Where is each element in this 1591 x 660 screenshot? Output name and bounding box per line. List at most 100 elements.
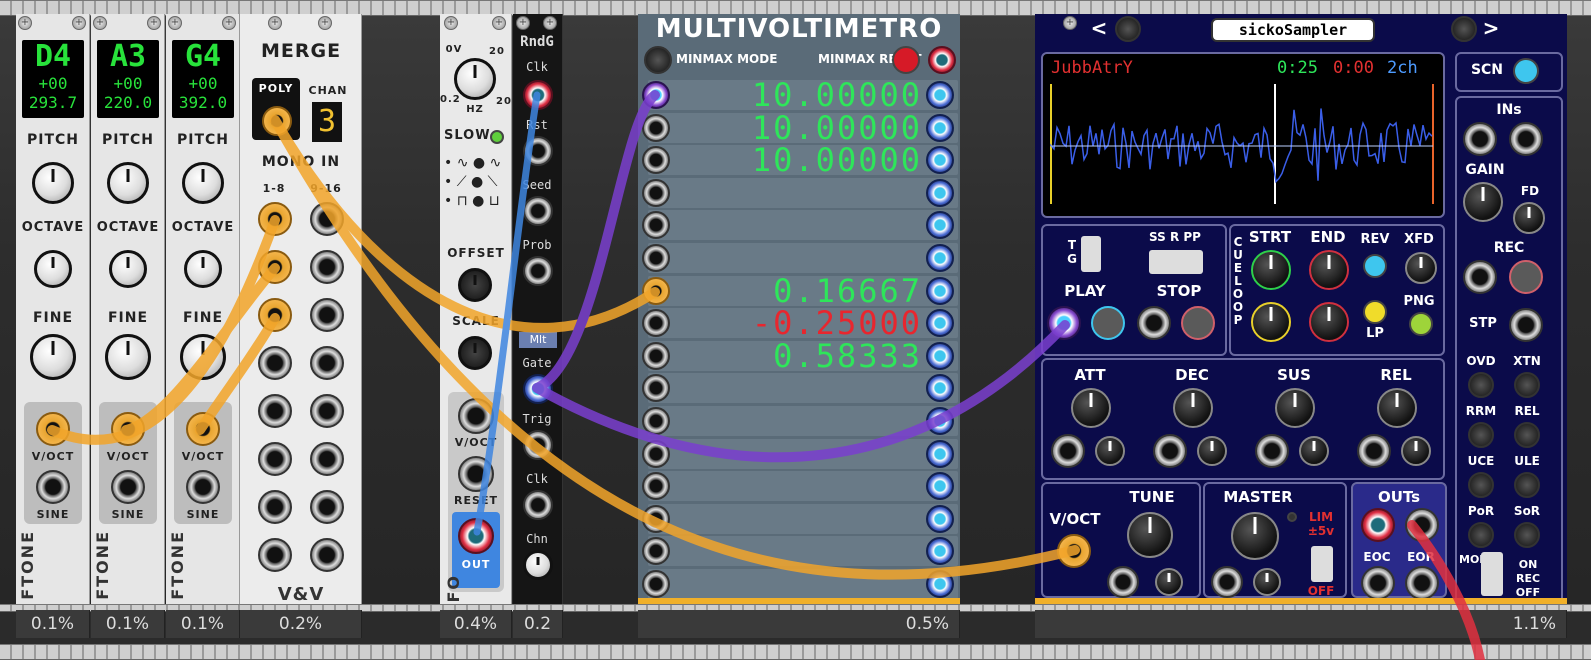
mono-in-jack[interactable] bbox=[258, 442, 292, 476]
input-left-jack[interactable] bbox=[1463, 122, 1497, 156]
ping-pong-button[interactable] bbox=[1409, 312, 1433, 336]
voct-output-jack[interactable] bbox=[111, 412, 145, 446]
voltage-input-jack[interactable] bbox=[642, 570, 670, 598]
tune-cv-jack[interactable] bbox=[1107, 566, 1139, 598]
pitch-knob[interactable] bbox=[107, 162, 149, 204]
master-attenuator-knob[interactable] bbox=[1253, 568, 1281, 596]
voltage-input-jack[interactable] bbox=[642, 276, 670, 305]
gain-knob[interactable] bbox=[1463, 182, 1503, 222]
scale-knob[interactable] bbox=[458, 336, 492, 370]
octave-knob[interactable] bbox=[184, 250, 222, 288]
voltage-input-jack[interactable] bbox=[642, 472, 670, 501]
option-button-rel2[interactable] bbox=[1514, 422, 1540, 448]
lfo-output-jack[interactable] bbox=[458, 518, 494, 554]
stop-input-jack-2[interactable] bbox=[1137, 306, 1171, 340]
reset-input-jack[interactable] bbox=[458, 456, 494, 492]
mode-button[interactable]: Mlt bbox=[519, 332, 557, 348]
prev-file-arrow[interactable]: < bbox=[1089, 16, 1109, 40]
mono-in-jack[interactable] bbox=[258, 394, 292, 428]
rel-cv-jack[interactable] bbox=[1357, 434, 1391, 468]
loop-end-knob[interactable] bbox=[1309, 302, 1349, 342]
voltage-thru-jack[interactable] bbox=[926, 341, 954, 370]
mono-in-jack[interactable] bbox=[310, 298, 344, 332]
crossfade-knob[interactable] bbox=[1405, 252, 1437, 284]
voltage-input-jack[interactable] bbox=[642, 309, 670, 338]
voltage-thru-jack[interactable] bbox=[926, 146, 954, 175]
mono-in-jack[interactable] bbox=[310, 250, 344, 284]
waveform-display[interactable]: JubbAtrY 0:25 0:00 2ch bbox=[1041, 52, 1445, 218]
dec-cv-jack[interactable] bbox=[1153, 434, 1187, 468]
voltage-thru-jack[interactable] bbox=[926, 276, 954, 305]
voltage-thru-jack[interactable] bbox=[926, 178, 954, 207]
master-knob[interactable] bbox=[1231, 512, 1279, 560]
option-button-por[interactable] bbox=[1468, 522, 1494, 548]
stop-button[interactable] bbox=[1181, 306, 1215, 340]
voltage-thru-jack[interactable] bbox=[926, 407, 954, 435]
sine-output-jack[interactable] bbox=[36, 470, 70, 504]
mono-in-jack[interactable] bbox=[258, 250, 292, 284]
rel-knob[interactable] bbox=[1377, 388, 1417, 428]
minmax-reset-jack[interactable] bbox=[928, 46, 956, 74]
fine-knob[interactable] bbox=[180, 334, 226, 380]
option-button-uce[interactable] bbox=[1468, 472, 1494, 498]
rel-attenuator-knob[interactable] bbox=[1401, 436, 1431, 466]
sine-output-jack[interactable] bbox=[186, 470, 220, 504]
voltage-input-jack[interactable] bbox=[642, 146, 670, 175]
mono-in-jack[interactable] bbox=[310, 490, 344, 524]
minmax-reset-button[interactable] bbox=[892, 46, 920, 74]
sus-cv-jack[interactable] bbox=[1255, 434, 1289, 468]
voltage-input-jack[interactable] bbox=[642, 407, 670, 435]
play-mode-switch[interactable] bbox=[1149, 250, 1203, 274]
option-button-ule[interactable] bbox=[1514, 472, 1540, 498]
sus-knob[interactable] bbox=[1275, 388, 1315, 428]
voltage-input-jack[interactable] bbox=[642, 178, 670, 207]
eoc-output-jack[interactable] bbox=[1361, 566, 1395, 600]
att-knob[interactable] bbox=[1071, 388, 1111, 428]
dec-attenuator-knob[interactable] bbox=[1197, 436, 1227, 466]
fine-knob[interactable] bbox=[105, 334, 151, 380]
mono-in-jack[interactable] bbox=[258, 538, 292, 572]
mono-in-jack[interactable] bbox=[310, 202, 344, 236]
play-input-jack[interactable] bbox=[1047, 306, 1081, 340]
frequency-knob[interactable] bbox=[454, 58, 496, 100]
poly-output-jack[interactable] bbox=[262, 106, 292, 136]
channels-knob[interactable] bbox=[523, 550, 553, 580]
voltage-thru-jack[interactable] bbox=[926, 472, 954, 501]
mono-in-jack[interactable] bbox=[310, 538, 344, 572]
fine-knob[interactable] bbox=[30, 334, 76, 380]
voct-output-jack[interactable] bbox=[36, 412, 70, 446]
voltage-input-jack[interactable] bbox=[642, 504, 670, 533]
gate-output-jack[interactable] bbox=[523, 374, 553, 404]
voltage-thru-jack[interactable] bbox=[926, 244, 954, 272]
voct-input-jack-sampler[interactable] bbox=[1057, 534, 1091, 568]
trig-gate-switch[interactable] bbox=[1081, 236, 1101, 272]
mono-in-jack[interactable] bbox=[258, 298, 292, 332]
voltage-thru-jack[interactable] bbox=[926, 439, 954, 468]
master-cv-jack[interactable] bbox=[1211, 566, 1243, 598]
mono-in-jack[interactable] bbox=[310, 394, 344, 428]
slow-led[interactable] bbox=[490, 130, 504, 144]
clk-input-jack[interactable] bbox=[523, 80, 553, 110]
octave-knob[interactable] bbox=[109, 250, 147, 288]
voltage-thru-jack[interactable] bbox=[926, 81, 954, 109]
option-button-sor[interactable] bbox=[1514, 522, 1540, 548]
mono-in-jack[interactable] bbox=[258, 490, 292, 524]
option-button-xtn[interactable] bbox=[1514, 372, 1540, 398]
stop-input-jack[interactable] bbox=[1509, 308, 1543, 342]
loop-button[interactable] bbox=[1363, 300, 1387, 324]
offset-knob[interactable] bbox=[458, 268, 492, 302]
dec-knob[interactable] bbox=[1173, 388, 1213, 428]
mono-in-jack[interactable] bbox=[258, 346, 292, 380]
sine-output-jack[interactable] bbox=[111, 470, 145, 504]
rst-input-jack[interactable] bbox=[523, 136, 553, 166]
rec-button[interactable] bbox=[1509, 260, 1543, 294]
trig-output-jack[interactable] bbox=[523, 430, 553, 460]
mono-in-jack[interactable] bbox=[258, 202, 292, 236]
voct-input-jack[interactable] bbox=[458, 398, 494, 434]
input-right-jack[interactable] bbox=[1509, 122, 1543, 156]
pitch-knob[interactable] bbox=[32, 162, 74, 204]
next-file-button[interactable] bbox=[1451, 16, 1477, 42]
option-button-rrm[interactable] bbox=[1468, 422, 1494, 448]
scan-button[interactable] bbox=[1513, 58, 1539, 84]
clk-output-jack[interactable] bbox=[523, 490, 553, 520]
